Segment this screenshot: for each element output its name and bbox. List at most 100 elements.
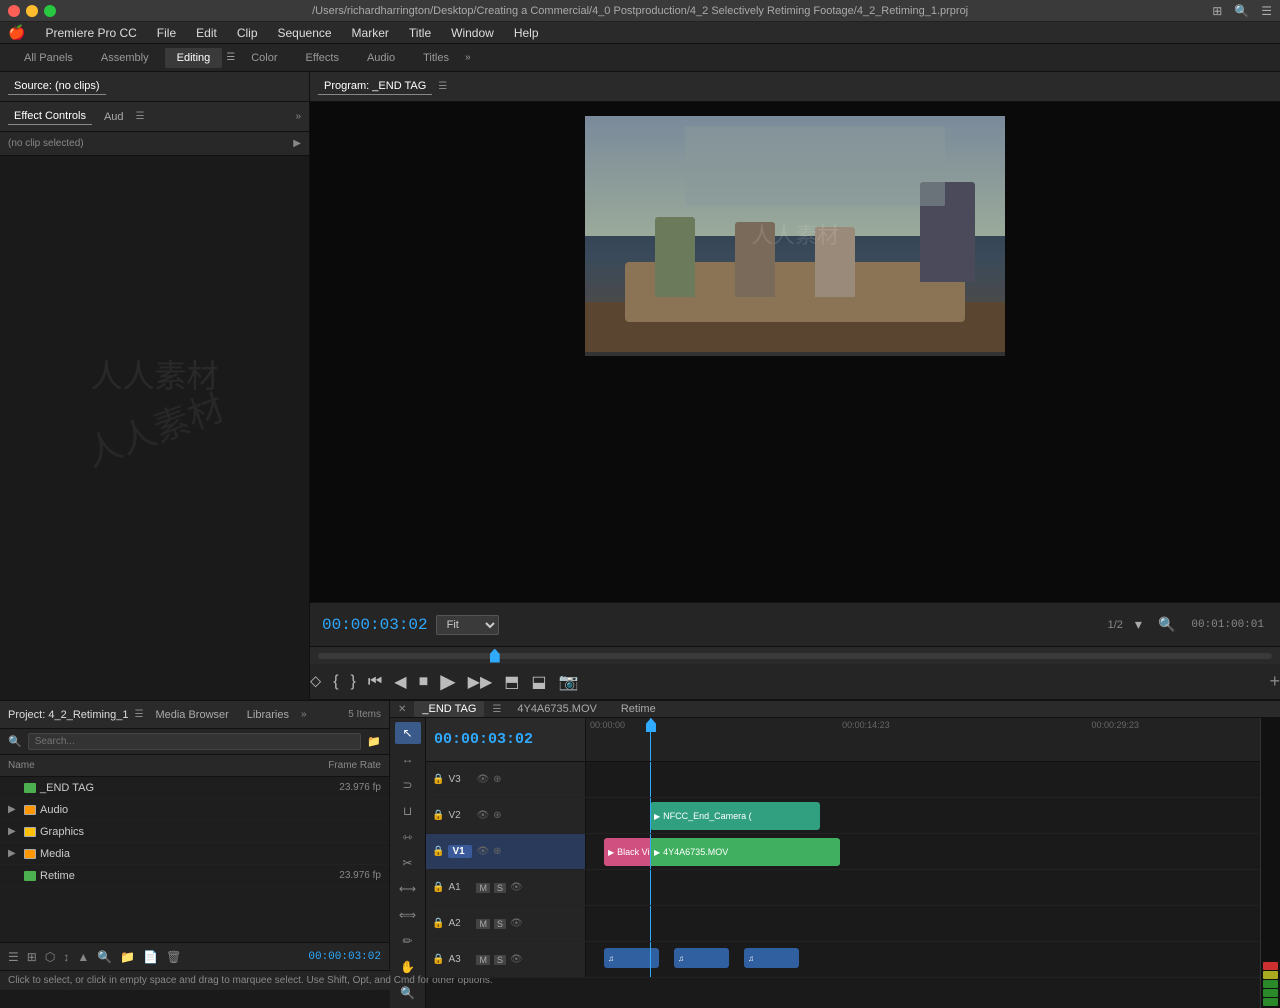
list-view-btn[interactable]: ☰ <box>8 950 19 964</box>
clip-4y4a[interactable]: ▶ 4Y4A6735.MOV <box>650 838 840 866</box>
track-a1-content[interactable] <box>586 870 1260 905</box>
program-scrubber[interactable] <box>310 646 1280 664</box>
menu-premiere[interactable]: Premiere Pro CC <box>37 24 144 42</box>
timeline-tab-retime[interactable]: Retime <box>613 701 664 717</box>
stop-btn[interactable]: ■ <box>419 673 429 691</box>
clip-nfcc[interactable]: ▶ NFCC_End_Camera ( <box>650 802 820 830</box>
close-button[interactable] <box>8 5 20 17</box>
program-timecode[interactable]: 00:00:03:02 <box>322 616 428 634</box>
icon-view-btn[interactable]: ⊞ <box>27 950 37 964</box>
ws-tab-assembly[interactable]: Assembly <box>89 48 161 68</box>
search-icon[interactable]: 🔍 <box>1234 4 1249 18</box>
menu-marker[interactable]: Marker <box>344 24 397 42</box>
expand-media[interactable]: ▶ <box>8 848 20 859</box>
sort-btn[interactable]: ↕ <box>63 950 69 964</box>
workspace-more-icon[interactable]: » <box>465 52 471 63</box>
ws-tab-effects[interactable]: Effects <box>294 48 351 68</box>
timeline-tab-endtag-menu[interactable]: ☰ <box>492 704 501 715</box>
track-v2-content[interactable]: ▶ NFCC_End_Camera ( <box>586 798 1260 833</box>
go-prev-btn[interactable]: ⏮ <box>368 673 382 691</box>
traffic-lights[interactable] <box>8 5 56 17</box>
apple-menu[interactable]: 🍎 <box>8 24 25 41</box>
a1-vis-icon[interactable]: 👁 <box>510 882 523 893</box>
menu-sequence[interactable]: Sequence <box>270 24 340 42</box>
project-item-audio[interactable]: ▶ Audio <box>0 799 389 821</box>
camera-btn[interactable]: 📷 <box>559 672 579 692</box>
project-search-input[interactable] <box>28 733 362 750</box>
menu-file[interactable]: File <box>149 24 184 42</box>
slide-tool[interactable]: ⟺ <box>395 904 421 926</box>
freeform-view-btn[interactable]: ⬡ <box>45 950 55 964</box>
a1-solo[interactable]: S <box>494 883 506 893</box>
a3-vis-icon[interactable]: 👁 <box>510 954 523 965</box>
program-menu-icon[interactable]: ☰ <box>438 81 447 92</box>
project-item-retime[interactable]: Retime 23.976 fp <box>0 865 389 887</box>
rolling-tool[interactable]: ⊔ <box>395 800 421 822</box>
prev-in-btn[interactable]: ⬦ <box>310 673 321 691</box>
project-item-media[interactable]: ▶ Media <box>0 843 389 865</box>
effect-controls-menu-icon[interactable]: ☰ <box>136 111 145 122</box>
clip-audio-a3-2[interactable]: ♫ <box>674 948 729 968</box>
expand-graphics[interactable]: ▶ <box>8 826 20 837</box>
ws-tab-color[interactable]: Color <box>239 48 289 68</box>
delete-btn[interactable]: 🗑 <box>166 950 181 964</box>
track-v3-content[interactable] <box>586 762 1260 797</box>
play-btn[interactable]: ▶ <box>440 669 455 694</box>
ripple-tool[interactable]: ⊃ <box>395 774 421 796</box>
a2-solo[interactable]: S <box>494 919 506 929</box>
rate-stretch-tool[interactable]: ⇿ <box>395 826 421 848</box>
overwrite-btn[interactable]: ⬓ <box>531 672 546 692</box>
col-name-header[interactable]: Name <box>8 760 291 771</box>
ws-tab-audio[interactable]: Audio <box>355 48 407 68</box>
minimize-button[interactable] <box>26 5 38 17</box>
track-a2-content[interactable] <box>586 906 1260 941</box>
a2-lock-icon[interactable]: 🔒 <box>432 918 444 929</box>
audio-tab[interactable]: Aud <box>98 109 130 125</box>
slip-tool[interactable]: ⟷ <box>395 878 421 900</box>
razor-tool[interactable]: ✂ <box>395 852 421 874</box>
selection-tool[interactable]: ↖ <box>395 722 421 744</box>
new-bin-btn[interactable]: 📁 <box>120 950 135 964</box>
ws-tab-allpanels[interactable]: All Panels <box>12 48 85 68</box>
step-fwd-btn[interactable]: ▶▶ <box>468 672 493 692</box>
ws-tab-editing[interactable]: Editing <box>165 48 223 68</box>
scrubber-playhead[interactable] <box>490 649 500 663</box>
a3-solo[interactable]: S <box>494 955 506 965</box>
page-dropdown-icon[interactable]: ▾ <box>1131 614 1146 635</box>
pen-tool[interactable]: ✏ <box>395 930 421 952</box>
v3-vis-icon[interactable]: 👁 <box>476 774 489 785</box>
a3-mute[interactable]: M <box>476 955 490 965</box>
a2-vis-icon[interactable]: 👁 <box>510 918 523 929</box>
ws-tab-titles[interactable]: Titles <box>411 48 461 68</box>
timeline-tab-close[interactable]: ✕ <box>398 704 406 715</box>
v1-sync-icon[interactable]: ⊕ <box>493 846 501 857</box>
add-track-btn[interactable]: + <box>1269 671 1280 692</box>
project-item-graphics[interactable]: ▶ Graphics <box>0 821 389 843</box>
menu-icon[interactable]: ☰ <box>1261 4 1272 18</box>
timeline-tab-endtag[interactable]: _END TAG <box>414 701 484 717</box>
v1-lock-icon[interactable]: 🔒 <box>432 846 444 857</box>
expand-audio[interactable]: ▶ <box>8 804 20 815</box>
a1-mute[interactable]: M <box>476 883 490 893</box>
menu-edit[interactable]: Edit <box>188 24 225 42</box>
editing-menu-icon[interactable]: ☰ <box>226 52 235 63</box>
fit-dropdown[interactable]: Fit 25% 50% 75% 100% <box>436 615 499 635</box>
track-a3-content[interactable]: ♫ ♫ ♫ <box>586 942 1260 977</box>
v3-sync-icon[interactable]: ⊕ <box>493 774 501 785</box>
timeline-tab-mov[interactable]: 4Y4A6735.MOV <box>509 701 605 717</box>
autom-btn[interactable]: ▲ <box>77 950 89 964</box>
next-keyframe-btn[interactable]: } <box>351 673 356 691</box>
menu-clip[interactable]: Clip <box>229 24 266 42</box>
scrubber-track[interactable] <box>318 653 1272 659</box>
find-btn[interactable]: 🔍 <box>97 950 112 964</box>
project-expand-icon[interactable]: » <box>301 709 307 720</box>
timeline-timecode[interactable]: 00:00:03:02 <box>434 731 533 748</box>
timeline-ruler[interactable]: 00:00:00 00:00:14:23 00:00:29:23 <box>586 718 1260 761</box>
a2-mute[interactable]: M <box>476 919 490 929</box>
new-bin-icon[interactable]: 📁 <box>367 735 381 748</box>
libraries-tab[interactable]: Libraries <box>241 707 295 723</box>
v2-sync-icon[interactable]: ⊕ <box>493 810 501 821</box>
v2-lock-icon[interactable]: 🔒 <box>432 810 444 821</box>
effect-controls-tab[interactable]: Effect Controls <box>8 108 92 125</box>
v1-vis-icon[interactable]: 👁 <box>476 846 489 857</box>
